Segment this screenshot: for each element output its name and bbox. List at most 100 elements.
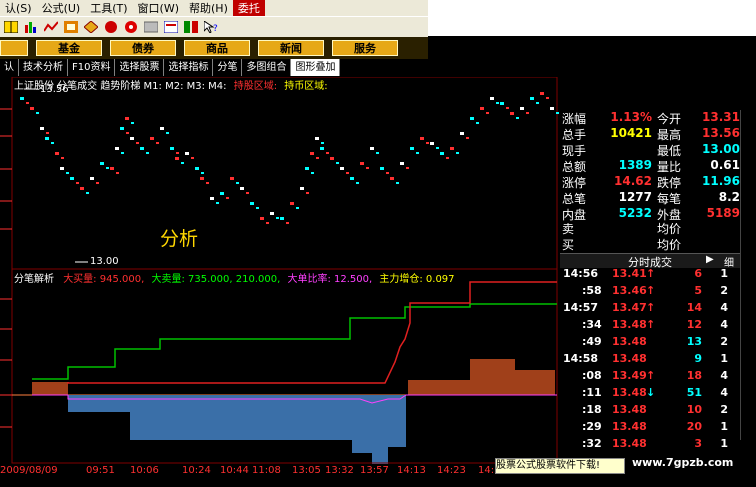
trade-row[interactable]: :29 13.48 20 1 [560,420,740,437]
trade-direction-arrow: ↑ [646,284,656,297]
price-dot [530,97,534,100]
diamond-icon[interactable] [82,20,99,35]
menu-item-view[interactable]: 认(S) [0,0,37,16]
function-tabs: 认 技术分析 F10资料 选择股票 选择指标 分笔 多图组合 图形叠加 [0,59,428,76]
price-dot [546,97,549,99]
main-force-increase: 主力增仓: 0.097 [379,274,455,285]
time-axis-label: 11:08 [252,465,281,476]
menu-item-tools[interactable]: 工具(T) [85,0,132,16]
trade-row[interactable]: :34 13.48 ↑ 12 4 [560,318,740,335]
trade-row[interactable]: :49 13.48 13 2 [560,335,740,352]
circle-red-icon[interactable] [102,20,119,35]
price-dot [480,107,484,110]
category-fund[interactable]: 基金 [36,40,102,56]
screen-icon[interactable] [162,20,179,35]
trade-price: 13.48 [612,335,647,348]
tab-technical-analysis[interactable]: 技术分析 [19,59,68,76]
trade-row[interactable]: :32 13.48 3 1 [560,437,740,454]
price-dot [430,142,434,145]
price-dot [306,192,309,194]
category-bond[interactable]: 债券 [110,40,176,56]
price-dot [316,157,319,159]
holding-zone-label: 持股区域: [233,81,278,92]
trade-row[interactable]: 14:57 13.47 ↑ 14 4 [560,301,740,318]
trade-row[interactable]: 14:56 13.41 ↑ 6 1 [560,267,740,284]
price-dot [311,172,314,174]
quote-value: 13.56 [702,126,740,140]
high-marker-label: 13.56 [40,84,69,95]
trend-icon[interactable] [42,20,59,35]
trade-time: :49 [582,335,602,348]
right-scrollbar[interactable] [740,110,756,440]
quote-value: 10421 [610,126,652,140]
price-dot [70,177,74,180]
tab-overlay[interactable]: 图形叠加 [291,59,341,76]
grid-icon[interactable] [2,20,19,35]
price-dot [220,192,224,195]
quote-panel: 涨幅 1.13% 今开 13.31 总手 10421 最高 13.56 现手 最低 13.00 总额 1… [560,110,742,255]
tab-f10[interactable]: F10资料 [68,59,116,76]
price-dot [326,152,329,154]
category-button-partial[interactable] [0,40,28,56]
trade-row[interactable]: :18 13.48 10 2 [560,403,740,420]
quote-label: 最高 [657,128,682,142]
menu-item-formula[interactable]: 公式(U) [37,0,86,16]
trade-price: 13.46 [612,284,647,297]
ask-label: 卖 [562,222,575,236]
tab-tick[interactable]: 分笔 [213,59,243,76]
trade-time: :58 [582,284,602,297]
help-cursor-icon[interactable]: ? [202,20,219,35]
tab-multi-chart[interactable]: 多图组合 [242,59,292,76]
menu-item-window[interactable]: 窗口(W) [133,0,184,16]
grey-window-icon[interactable] [142,20,159,35]
quote-value: 0.61 [710,158,740,172]
ad-banner[interactable]: 股票公式股票软件下载! [495,458,625,474]
quote-value: 1389 [618,158,652,172]
trade-volume: 12 [686,318,702,331]
price-dot [286,222,289,224]
price-dot [206,182,209,184]
circle-red-icon-2[interactable] [122,20,139,35]
trade-row[interactable]: :58 13.46 ↑ 5 2 [560,284,740,301]
price-dot [516,117,519,119]
price-dot [150,137,154,140]
menu-item-trade[interactable]: 委托 [232,0,265,16]
price-dot [80,187,84,190]
price-dot [456,152,459,154]
price-dot [356,182,359,184]
tab-select-stock[interactable]: 选择股票 [115,59,165,76]
category-service[interactable]: 服务 [332,40,398,56]
bars-icon[interactable] [22,20,39,35]
price-dot [236,182,239,184]
trade-time: 14:56 [563,267,599,280]
columns-icon[interactable] [182,20,199,35]
site-watermark: www.7gpzb.com [632,456,734,469]
price-dot [60,167,64,170]
menu-item-help[interactable]: 帮助(H) [184,0,233,16]
category-news[interactable]: 新闻 [258,40,324,56]
menu-bar: 认(S) 公式(U) 工具(T) 窗口(W) 帮助(H) 委托 [0,0,428,16]
price-dot [170,147,174,150]
category-commodity[interactable]: 商品 [184,40,250,56]
price-dot [536,102,539,104]
price-dot [126,132,129,134]
trade-row[interactable]: :08 13.49 ↑ 18 4 [560,369,740,386]
quote-value: 5189 [706,206,740,220]
cash-zone-label: 持币区域: [284,81,328,92]
quote-label: 量比 [657,160,682,174]
time-axis-label: 10:06 [130,465,159,476]
tab-select-indicator[interactable]: 选择指标 [164,59,214,76]
time-axis-label: 13:32 [325,465,354,476]
trade-row[interactable]: 14:58 13.48 9 1 [560,352,740,369]
trade-time: :32 [582,437,602,450]
trade-time: :11 [582,386,602,399]
bid-avg-label: 均价 [657,238,682,252]
trade-volume: 6 [694,267,702,280]
price-dot [40,127,44,130]
trade-row[interactable]: :11 13.48 ↓ 51 4 [560,386,740,403]
tab-recognize[interactable]: 认 [0,59,19,76]
time-axis: 2009/08/09 09:51 10:06 10:24 10:44 11:08 13:05… [0,464,560,480]
block-icon[interactable] [62,20,79,35]
price-dot [250,202,254,205]
play-button[interactable]: ▶ [706,254,714,265]
